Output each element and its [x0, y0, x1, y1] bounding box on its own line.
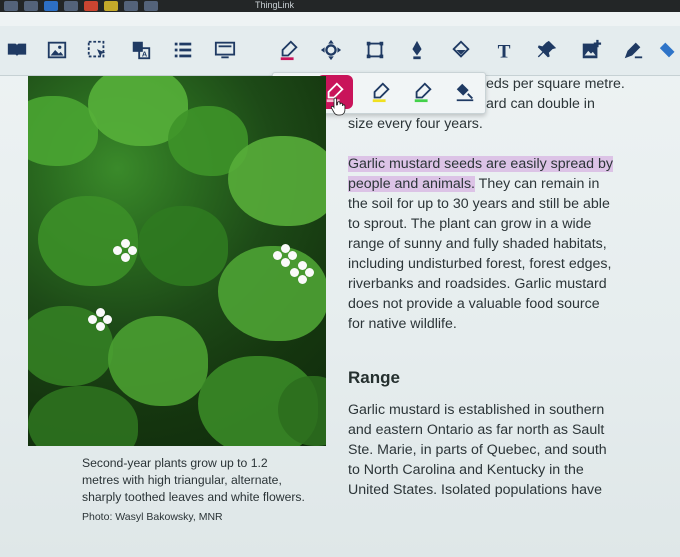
text-line: They can remain in	[475, 176, 600, 192]
taskbar-label: ThingLink	[255, 0, 295, 10]
svg-text:A: A	[142, 49, 148, 58]
text-line: size every four years.	[348, 116, 483, 132]
taskbar-app-icon[interactable]	[24, 1, 38, 11]
write-icon[interactable]	[616, 26, 650, 74]
text-line: ard can double in	[486, 96, 595, 112]
text-line: to sprout. The plant can grow in a wide	[348, 216, 592, 232]
crop-icon[interactable]	[358, 26, 392, 74]
text-line: including undisturbed forest, forest edg…	[348, 256, 612, 272]
translate-icon[interactable]: A	[124, 26, 158, 74]
image-icon[interactable]	[40, 26, 74, 74]
photo-credit: Photo: Wasyl Bakowsky, MNR	[82, 511, 223, 523]
white-flower	[113, 239, 137, 263]
reader-screen: A T Second-year plants grow up to 1.2 me…	[0, 12, 680, 557]
green-highlighter-button[interactable]	[403, 73, 443, 111]
text-line: for native wildlife.	[348, 316, 457, 332]
add-image-icon[interactable]	[574, 26, 608, 74]
pen-icon[interactable]	[400, 26, 434, 74]
book-icon[interactable]	[0, 26, 34, 74]
move-icon[interactable]	[314, 26, 348, 74]
highlighted-text[interactable]: Garlic mustard seeds are easily spread b…	[348, 156, 613, 172]
fill-icon[interactable]	[444, 26, 478, 74]
main-toolbar: A T	[0, 26, 680, 76]
text-line: range of sunny and fully shaded habitats…	[348, 236, 607, 252]
text-line: Garlic mustard is established in souther…	[348, 402, 605, 418]
white-flower	[88, 308, 112, 332]
text-line: the soil for up to 30 years and still be…	[348, 196, 610, 212]
caption-line: Second-year plants grow up to 1.2	[82, 456, 268, 470]
white-flower	[290, 261, 314, 285]
caption-line: sharply toothed leaves and white flowers…	[82, 490, 305, 504]
text-line: does not provide a valuable food source	[348, 296, 600, 312]
taskbar-app-icon[interactable]	[104, 1, 118, 11]
select-icon[interactable]	[80, 26, 114, 74]
yellow-highlighter-button[interactable]	[361, 73, 401, 111]
taskbar-app-icon[interactable]	[4, 1, 18, 11]
highlighter-icon[interactable]	[272, 26, 306, 74]
text-line: Ste. Marie, in parts of Quebec, and sout…	[348, 442, 607, 458]
list-icon[interactable]	[166, 26, 200, 74]
text-line: and eastern Ontario as far north as Saul…	[348, 422, 605, 438]
taskbar-app-icon[interactable]	[124, 1, 138, 11]
screen-icon[interactable]	[208, 26, 242, 74]
text-line: to North Carolina and Kentucky in the	[348, 462, 584, 478]
taskbar-app-icon[interactable]	[144, 1, 158, 11]
svg-text:T: T	[498, 41, 511, 61]
caption-line: metres with high triangular, alternate,	[82, 473, 282, 487]
eraser-icon[interactable]	[652, 26, 680, 74]
highlighted-text[interactable]: people and animals.	[348, 176, 475, 192]
hand-cursor-icon	[330, 96, 346, 121]
pin-icon[interactable]	[530, 26, 564, 74]
text-icon[interactable]: T	[488, 26, 522, 74]
taskbar-app-icon[interactable]	[44, 1, 58, 11]
photo-caption: Second-year plants grow up to 1.2 metres…	[82, 455, 332, 526]
os-taskbar: ThingLink	[0, 0, 680, 12]
text-line: United States. Isolated populations have	[348, 482, 602, 498]
text-line: eds per square metre.	[486, 76, 625, 92]
garlic-mustard-photo	[28, 76, 326, 446]
clear-highlights-button[interactable]	[445, 73, 485, 111]
section-heading: Range	[348, 368, 400, 387]
text-line: riverbanks and roadsides. Garlic mustard	[348, 276, 607, 292]
taskbar-app-icon[interactable]	[84, 1, 98, 11]
taskbar-app-icon[interactable]	[64, 1, 78, 11]
